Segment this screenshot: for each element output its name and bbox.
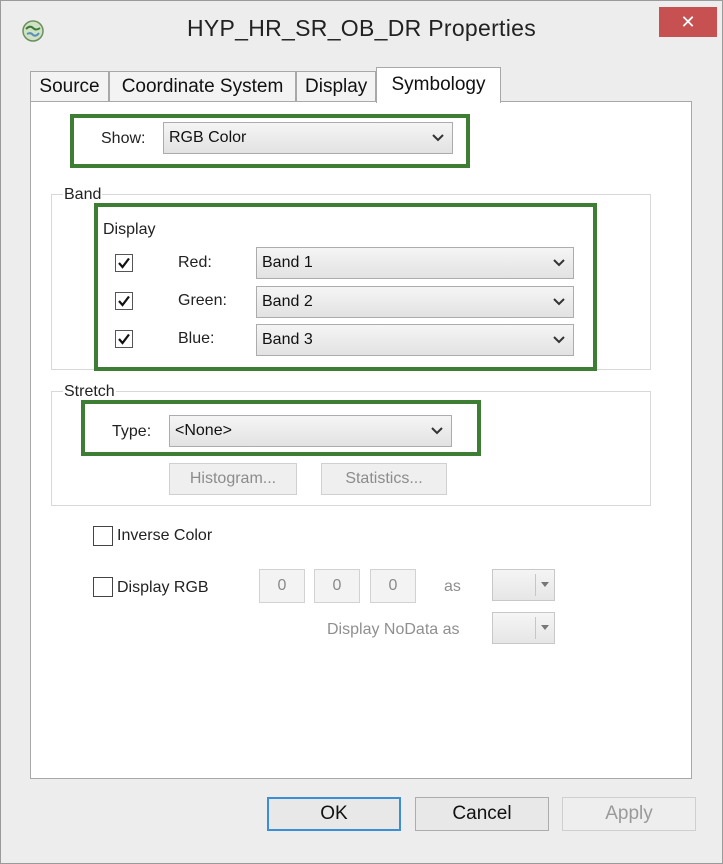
apply-button[interactable]: Apply bbox=[562, 797, 696, 831]
red-band-dropdown[interactable]: Band 1 bbox=[256, 247, 574, 279]
chevron-down-icon bbox=[431, 427, 443, 435]
rgb-color-combo[interactable] bbox=[492, 569, 555, 601]
tab-label: Coordinate System bbox=[121, 76, 284, 97]
rgb-red-field[interactable]: 0 bbox=[259, 569, 305, 603]
display-rgb-checkbox[interactable] bbox=[93, 577, 113, 597]
tab-symbology[interactable]: Symbology bbox=[376, 67, 501, 103]
rgb-green-field[interactable]: 0 bbox=[314, 569, 360, 603]
cancel-button[interactable]: Cancel bbox=[415, 797, 549, 831]
inverse-color-label: Inverse Color bbox=[117, 527, 213, 544]
chevron-down-icon bbox=[553, 298, 565, 306]
tab-source[interactable]: Source bbox=[30, 71, 109, 101]
as-label: as bbox=[444, 578, 461, 595]
tab-label: Display bbox=[305, 76, 368, 97]
show-dropdown[interactable]: RGB Color bbox=[163, 122, 453, 154]
green-band-value: Band 2 bbox=[262, 293, 313, 310]
stretch-type-dropdown[interactable]: <None> bbox=[169, 415, 452, 447]
combo-separator bbox=[535, 574, 536, 596]
blue-band-value: Band 3 bbox=[262, 331, 313, 348]
histogram-button[interactable]: Histogram... bbox=[169, 463, 297, 495]
title-bar: HYP_HR_SR_OB_DR Properties ✕ bbox=[1, 1, 722, 57]
green-checkbox[interactable] bbox=[115, 292, 133, 310]
tab-coordinate-system[interactable]: Coordinate System bbox=[109, 71, 296, 101]
checkmark-icon bbox=[118, 257, 130, 269]
band-group-label: Band bbox=[63, 186, 103, 204]
green-band-dropdown[interactable]: Band 2 bbox=[256, 286, 574, 318]
blue-band-dropdown[interactable]: Band 3 bbox=[256, 324, 574, 356]
nodata-color-combo[interactable] bbox=[492, 612, 555, 644]
red-band-value: Band 1 bbox=[262, 254, 313, 271]
chevron-down-icon bbox=[432, 134, 444, 142]
show-value: RGB Color bbox=[169, 129, 247, 146]
blue-checkbox[interactable] bbox=[115, 330, 133, 348]
statistics-button[interactable]: Statistics... bbox=[321, 463, 447, 495]
properties-dialog: HYP_HR_SR_OB_DR Properties ✕ Source Coor… bbox=[0, 0, 723, 864]
tab-label: Symbology bbox=[391, 74, 486, 95]
checkmark-icon bbox=[118, 333, 130, 345]
close-icon: ✕ bbox=[680, 12, 696, 32]
nodata-label: Display NoData as bbox=[327, 621, 460, 638]
rgb-blue-field[interactable]: 0 bbox=[370, 569, 416, 603]
chevron-down-icon bbox=[553, 259, 565, 267]
stretch-group-label: Stretch bbox=[63, 383, 116, 401]
chevron-down-icon bbox=[541, 625, 549, 630]
red-checkbox[interactable] bbox=[115, 254, 133, 272]
tab-display[interactable]: Display bbox=[296, 71, 376, 101]
tab-label: Source bbox=[39, 76, 100, 97]
stretch-type-value: <None> bbox=[175, 422, 232, 439]
chevron-down-icon bbox=[541, 582, 549, 587]
checkmark-icon bbox=[118, 295, 130, 307]
window-title: HYP_HR_SR_OB_DR Properties bbox=[186, 15, 537, 41]
chevron-down-icon bbox=[553, 336, 565, 344]
close-button[interactable]: ✕ bbox=[659, 7, 717, 37]
combo-separator bbox=[535, 617, 536, 639]
inverse-color-checkbox[interactable] bbox=[93, 526, 113, 546]
display-rgb-label: Display RGB bbox=[117, 579, 209, 596]
ok-button[interactable]: OK bbox=[267, 797, 401, 831]
